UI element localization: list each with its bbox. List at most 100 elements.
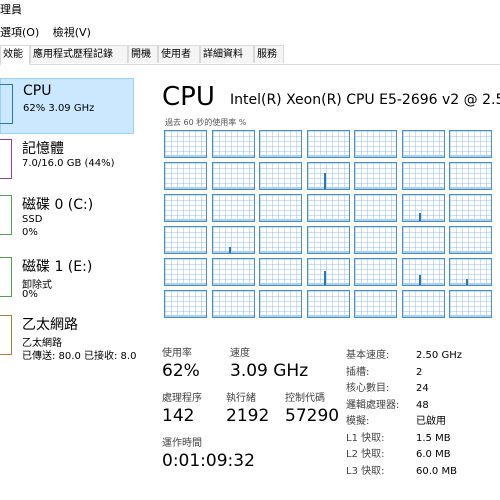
logical-processor-graph: [164, 194, 207, 222]
spec-row: 模擬: 已啟用: [346, 412, 446, 427]
tab-app-history[interactable]: 應用程式歷程記錄: [30, 45, 128, 63]
resource-cpu[interactable]: CPU 62% 3.09 GHz: [0, 78, 134, 134]
spec-value: 6.0 MB: [416, 449, 451, 460]
graph-baseline: [260, 315, 301, 317]
stat-label: 處理程序: [162, 393, 202, 404]
tab-details[interactable]: 詳細資料: [200, 45, 254, 63]
logical-processor-graph: [211, 226, 255, 254]
spec-key: 插槽:: [346, 366, 370, 378]
spec-key: L2 快取:: [346, 449, 385, 460]
window-title: 理員: [0, 3, 22, 16]
graph-baseline: [450, 219, 491, 221]
graph-baseline: [355, 219, 396, 221]
memory-thumbnail: [0, 139, 12, 179]
utilization-caption: 過去 60 秒的使用率 %: [165, 118, 247, 127]
menu-view[interactable]: 檢視(V): [53, 26, 91, 39]
spec-row: L2 快取: 6.0 MB: [346, 445, 451, 460]
spec-value: 2.50 GHz: [416, 350, 462, 361]
graph-baseline: [260, 251, 301, 253]
graph-baseline: [355, 155, 396, 157]
logical-processor-graph: [401, 226, 445, 254]
graph-baseline: [212, 155, 254, 157]
logical-processor-graph: [259, 290, 302, 318]
stat-value: 62%: [162, 361, 200, 381]
menu-options[interactable]: 選項(O): [0, 26, 39, 39]
graph-baseline: [307, 155, 349, 157]
logical-processor-graph: [401, 258, 445, 286]
graph-baseline: [165, 315, 206, 317]
spec-value: 2: [416, 366, 423, 378]
logical-processor-graph: [306, 290, 350, 318]
tab-startup[interactable]: 開機: [128, 45, 158, 63]
logical-processor-graph: [211, 162, 255, 190]
logical-processor-graph: [449, 258, 492, 286]
resource-name: 磁碟 0 (C:): [22, 197, 94, 213]
graph-baseline: [212, 251, 254, 253]
graph-baseline: [450, 283, 491, 285]
tab-performance[interactable]: 效能: [0, 45, 30, 65]
resource-memory[interactable]: 記憶體 7.0/16.0 GB (44%): [0, 134, 150, 190]
stat-threads: 執行緒 2192: [226, 389, 269, 426]
logical-processor-graphs: [164, 130, 500, 320]
spec-key: L1 快取:: [346, 432, 385, 444]
graph-baseline: [260, 155, 301, 157]
stat-label: 速度: [230, 348, 250, 359]
logical-processor-graph: [211, 290, 255, 318]
logical-processor-graph: [259, 194, 302, 222]
resource-name: 記憶體: [22, 141, 64, 157]
spec-row: 插槽: 2: [346, 363, 422, 378]
logical-processor-graph: [354, 258, 397, 286]
resource-disk-0[interactable]: 磁碟 0 (C:) SSD 0%: [0, 190, 150, 246]
resource-traffic: 已傳送: 80.0 已接收: 8.0: [22, 351, 137, 362]
spec-value: 已啟用: [416, 416, 446, 427]
graph-spike: [418, 275, 421, 285]
logical-processor-graph: [306, 162, 350, 190]
resource-ethernet[interactable]: 乙太網路 乙太網路 已傳送: 80.0 已接收: 8.0: [0, 310, 150, 366]
graph-baseline: [307, 187, 349, 189]
graph-baseline: [307, 283, 349, 285]
tab-bar: 效能 應用程式歷程記錄 開機 使用者 詳細資料 服務: [0, 45, 500, 65]
spec-value: 24: [416, 383, 429, 394]
resource-disk-1[interactable]: 磁碟 1 (E:) 卸除式 0%: [0, 252, 150, 308]
cpu-thumbnail: [0, 84, 13, 124]
logical-processor-graph: [164, 258, 207, 286]
graph-baseline: [402, 155, 444, 157]
logical-processor-graph: [401, 194, 445, 222]
tab-services[interactable]: 服務: [254, 45, 284, 63]
spec-key: 核心數目:: [346, 383, 390, 394]
graph-baseline: [307, 251, 349, 253]
stat-value: 57290: [285, 406, 340, 426]
spec-row: 核心數目: 24: [346, 379, 429, 394]
graph-baseline: [402, 187, 444, 189]
graph-baseline: [355, 251, 396, 253]
logical-processor-graph: [354, 226, 397, 254]
logical-processor-graph: [449, 130, 492, 158]
graph-baseline: [260, 283, 301, 285]
graph-spike: [466, 279, 468, 285]
tab-users[interactable]: 使用者: [158, 45, 200, 63]
stat-handles: 控制代碼 57290: [285, 389, 339, 426]
graph-spike: [228, 247, 231, 253]
menu: 選項(O) 檢視(V): [0, 24, 101, 40]
stat-label: 執行緒: [226, 393, 256, 404]
ethernet-thumbnail: [0, 315, 12, 355]
logical-processor-graph: [306, 226, 350, 254]
stat-label: 運作時間: [162, 438, 202, 449]
logical-processor-graph: [449, 194, 492, 222]
logical-processor-graph: [164, 162, 207, 190]
logical-processor-graph: [164, 130, 207, 158]
resource-name: 磁碟 1 (E:): [22, 259, 93, 275]
logical-processor-graph: [211, 258, 255, 286]
graph-baseline: [165, 283, 206, 285]
logical-processor-graph: [354, 162, 397, 190]
logical-processor-graph: [164, 290, 207, 318]
stat-value: 3.09 GHz: [230, 361, 309, 381]
graph-baseline: [402, 251, 444, 253]
logical-processor-graph: [449, 290, 492, 318]
graph-baseline: [307, 219, 349, 221]
stat-value: 142: [162, 406, 195, 426]
graph-spike: [323, 173, 326, 189]
logical-processor-graph: [354, 194, 397, 222]
spec-key: 基本速度:: [346, 350, 390, 361]
page-title: CPU: [162, 82, 215, 112]
